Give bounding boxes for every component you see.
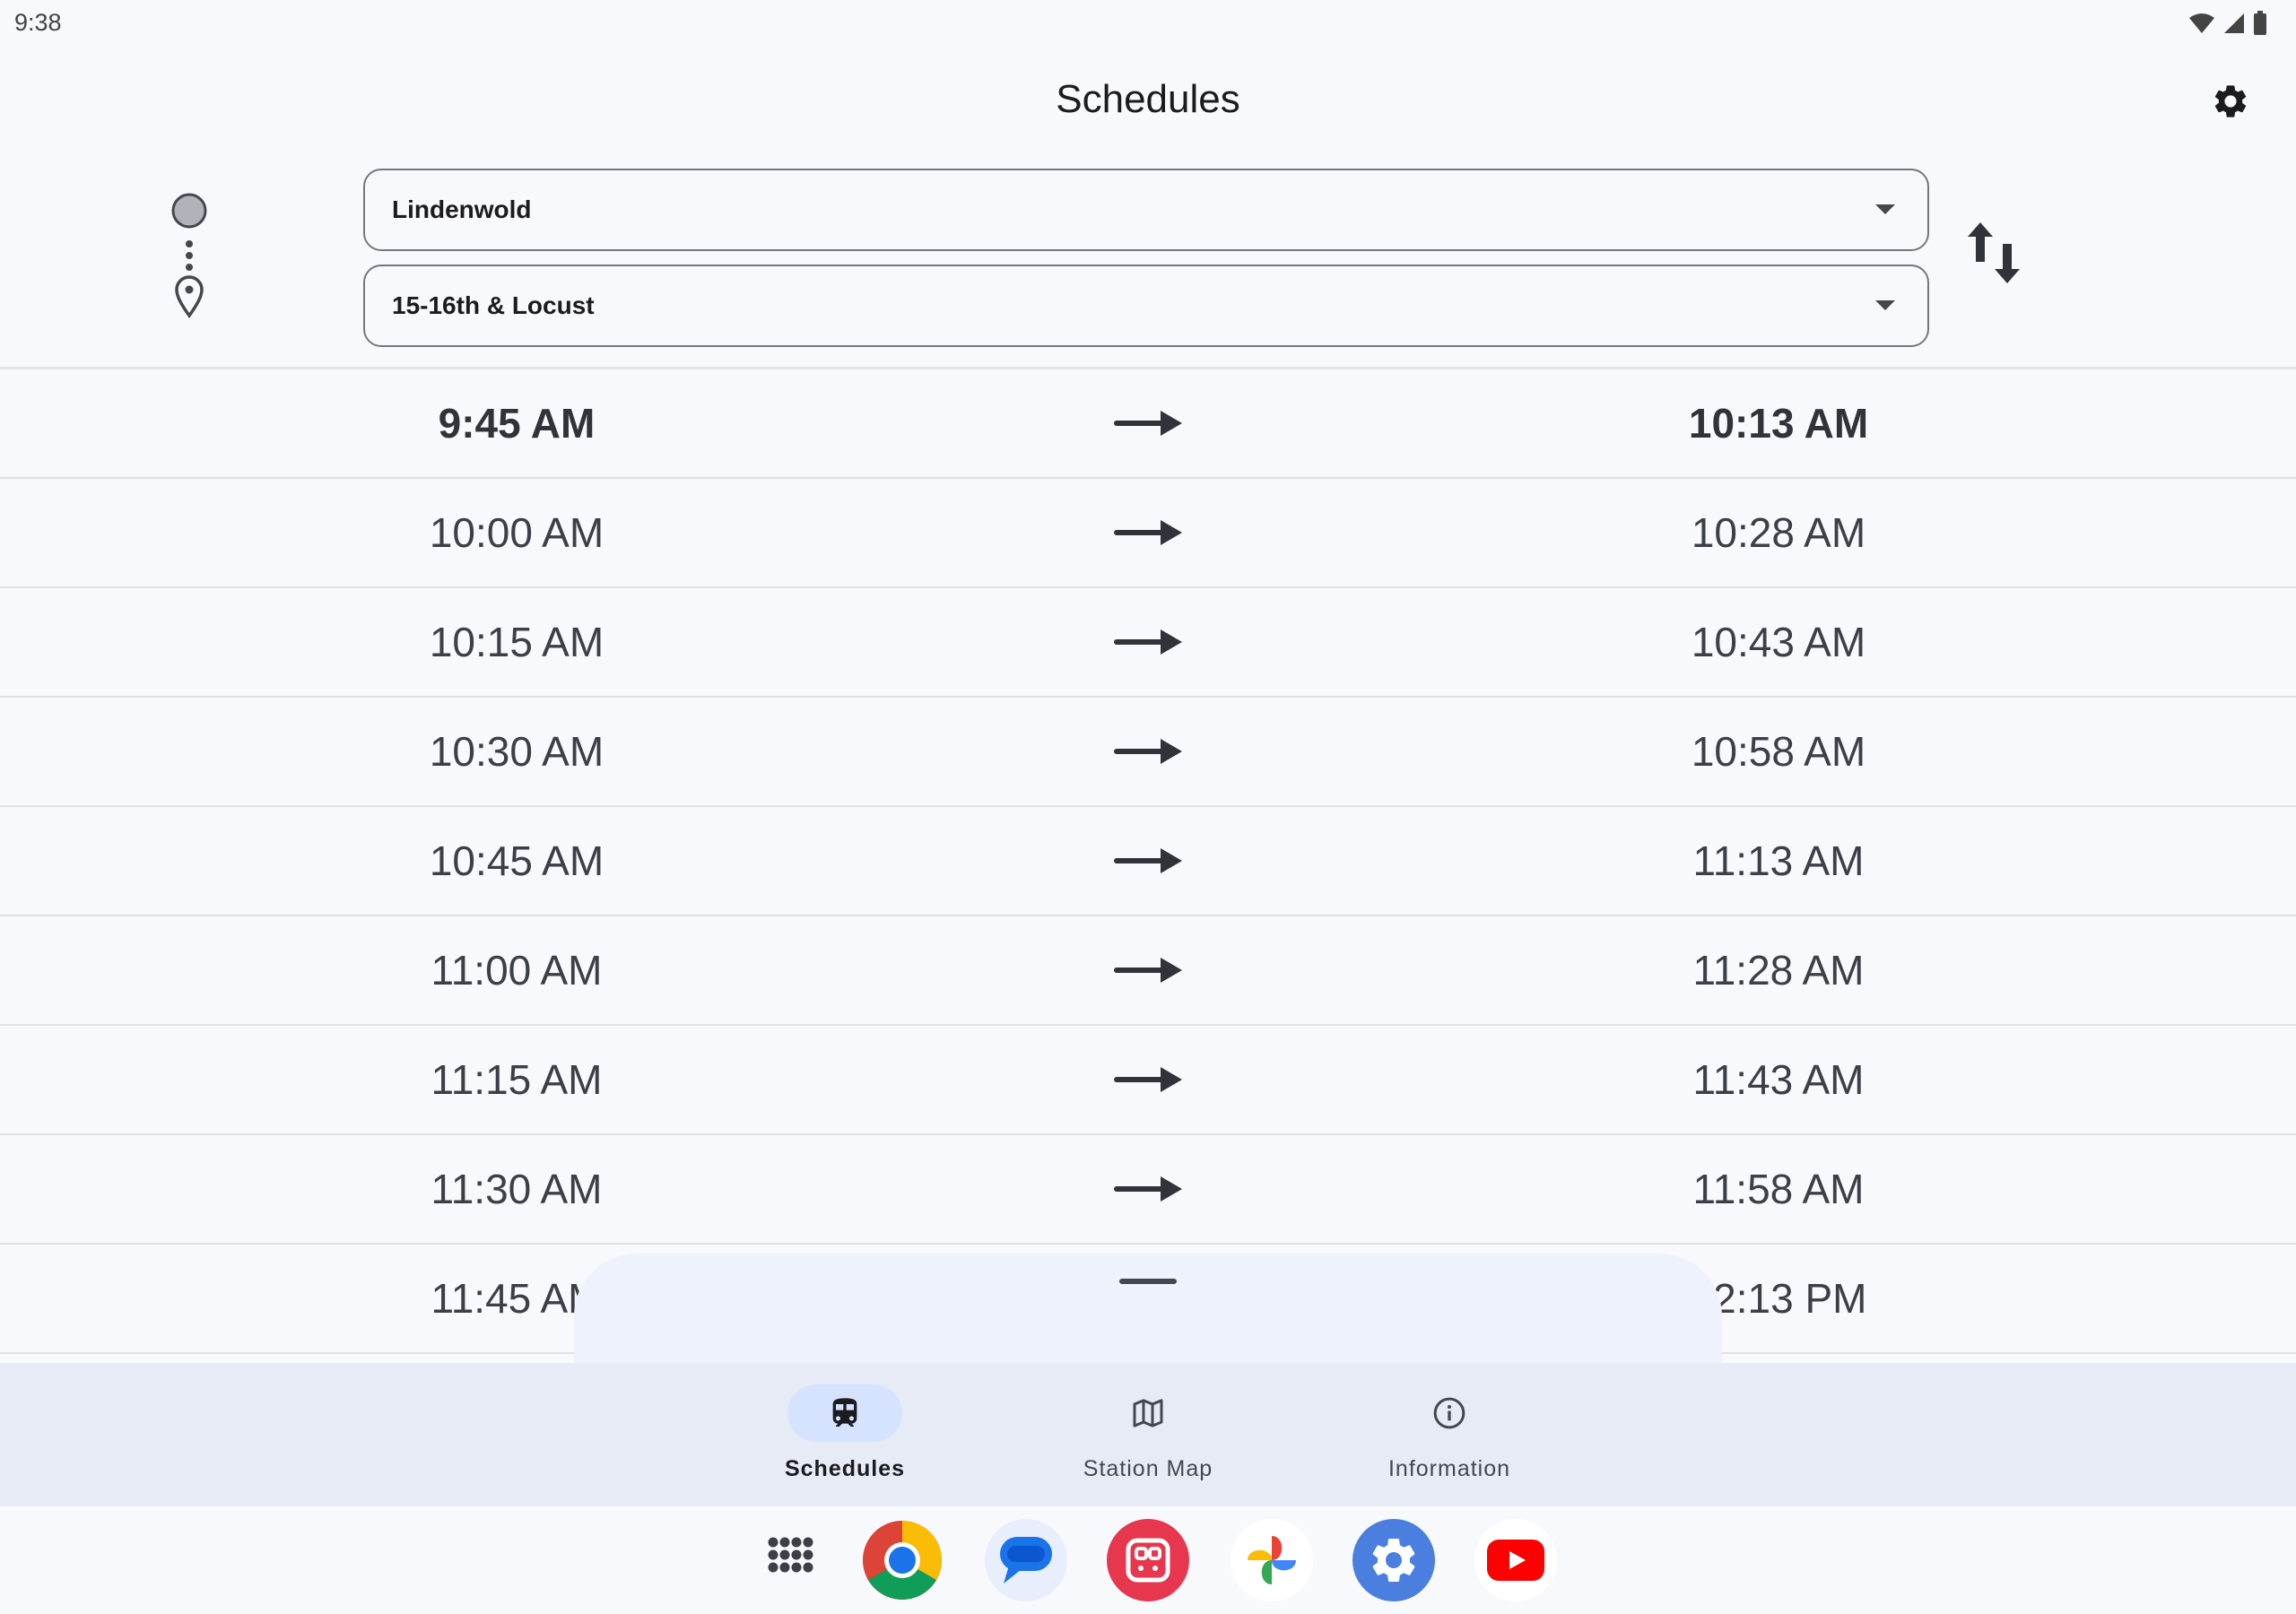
battery-icon [2254,11,2266,35]
settings-button[interactable] [2208,79,2253,124]
arrow-right-icon [1114,958,1182,983]
page-title: Schedules [1056,77,1240,121]
arrow-right-icon [1114,520,1182,545]
settings-app-icon[interactable] [1352,1519,1435,1601]
schedule-row[interactable]: 9:45 AM 10:13 AM [0,369,2296,479]
nav-item-station-map[interactable]: Station Map [1058,1384,1238,1492]
route-indicator-icon [171,193,207,319]
drag-handle[interactable] [1119,1279,1177,1284]
app-drawer-icon[interactable] [750,1519,832,1601]
train-icon [832,1398,857,1427]
app-icon[interactable] [1107,1519,1189,1601]
schedule-row[interactable]: 10:45 AM 11:13 AM [0,807,2296,916]
nav-indicator [1392,1384,1507,1442]
schedule-row[interactable]: 11:30 AM 11:58 AM [0,1135,2296,1245]
messages-icon[interactable] [985,1519,1067,1601]
swap-stations-button[interactable] [1964,217,2023,289]
swap-vertical-icon [1968,222,2020,283]
nav-item-schedules[interactable]: Schedules [755,1384,935,1492]
arrow-right-icon [1114,1067,1182,1092]
arrow-right-icon [1114,848,1182,873]
chevron-down-icon [1875,300,1895,310]
youtube-icon[interactable] [1474,1519,1557,1601]
status-time: 9:38 [14,9,62,36]
nav-indicator [1091,1384,1205,1442]
origin-station-dropdown[interactable]: Lindenwold [363,169,1929,251]
nav-label-information: Information [1387,1456,1511,1481]
cellular-signal-icon [2224,13,2244,33]
nav-label-schedules: Schedules [784,1456,906,1481]
status-bar: 9:38 [0,0,2296,47]
map-icon [1133,1399,1163,1427]
info-icon [1433,1397,1465,1429]
schedule-row[interactable]: 10:30 AM 10:58 AM [0,698,2296,807]
schedule-row[interactable]: 10:00 AM 10:28 AM [0,479,2296,588]
arrow-right-icon [1114,739,1182,764]
schedule-row[interactable]: 11:00 AM 11:28 AM [0,916,2296,1026]
system-dock [0,1506,2296,1614]
status-icons [2188,11,2267,36]
bottom-navigation: Schedules Station Map Information [0,1363,2296,1506]
gear-icon [2214,85,2247,117]
nav-indicator [787,1384,902,1442]
schedule-row[interactable]: 11:15 AM 11:43 AM [0,1026,2296,1135]
schedule-row[interactable]: 10:15 AM 10:43 AM [0,588,2296,698]
nav-label-station-map: Station Map [1083,1456,1213,1481]
schedule-list[interactable]: 9:45 AM 10:13 AM 10:00 AM 10:28 AM 10:15 AM 1… [0,369,2296,1363]
chrome-icon[interactable] [861,1519,944,1601]
arrow-right-icon [1114,411,1182,436]
origin-station-value: Lindenwold [392,195,532,223]
photos-icon[interactable] [1231,1519,1313,1601]
chevron-down-icon [1875,204,1895,214]
arrow-right-icon [1114,1176,1182,1202]
destination-station-value: 15-16th & Locust [392,291,595,319]
destination-station-dropdown[interactable]: 15-16th & Locust [363,265,1929,347]
arrow-right-icon [1114,629,1182,655]
bottom-sheet[interactable] [574,1254,1722,1379]
wifi-icon [2189,13,2214,33]
nav-item-information[interactable]: Information [1360,1384,1539,1492]
